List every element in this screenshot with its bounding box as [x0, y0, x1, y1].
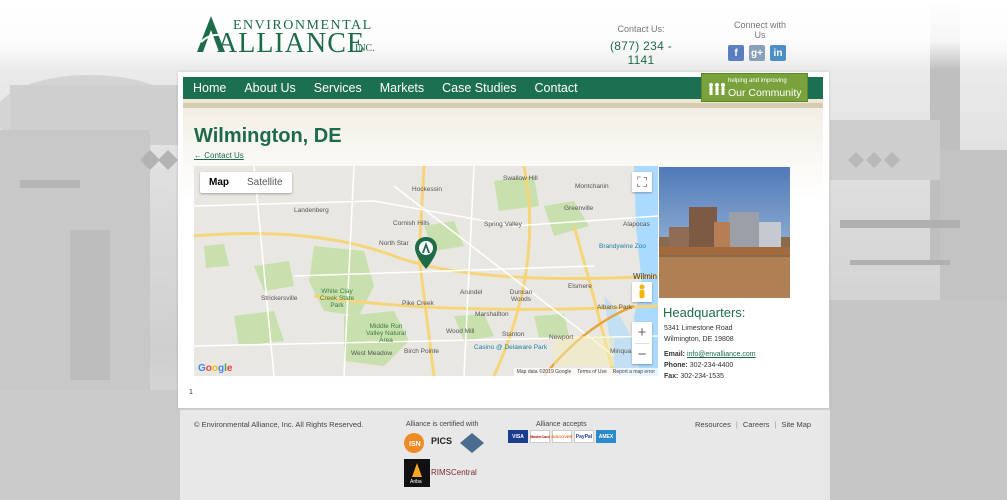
google-logo: Google [198, 363, 233, 374]
header-contact: Contact Us: (877) 234 - 1141 [600, 24, 682, 67]
nav-case-studies[interactable]: Case Studies [433, 77, 525, 99]
google-map[interactable]: Hockessin Swallow Hill Montchanin Landen… [194, 166, 658, 376]
map-place-label: Birch Pointe [404, 348, 440, 355]
phone-label: Phone: [664, 362, 688, 369]
mastercard-card-icon: MasterCard [530, 430, 550, 443]
community-big-text: Our Community [728, 87, 802, 99]
nav-contact[interactable]: Contact [526, 77, 587, 99]
map-tab-map[interactable]: Map [200, 172, 238, 193]
cert-logo-pics: PICS [431, 436, 452, 446]
amex-card-icon: AMEX [596, 430, 616, 443]
map-place-label: White Clay Creek State Park [319, 288, 355, 309]
people-icon [709, 83, 725, 95]
community-small-text: helping and improving [728, 78, 787, 84]
map-place-label: Montchanin [575, 183, 609, 190]
phone-value: 302-234-4400 [689, 362, 734, 369]
map-place-label: Landenberg [294, 207, 329, 214]
map-type-tabs: Map Satellite [200, 172, 292, 193]
google-plus-icon[interactable]: g+ [749, 45, 765, 61]
map-place-label: Alapocas [623, 221, 650, 228]
zoom-out-button[interactable]: − [632, 344, 652, 365]
linkedin-icon[interactable]: in [770, 45, 786, 61]
community-button[interactable]: helping and improving Our Community [701, 73, 808, 102]
nav-services[interactable]: Services [305, 77, 371, 99]
footer-link-resources[interactable]: Resources [695, 420, 731, 429]
fullscreen-icon[interactable]: ⛶ [632, 172, 652, 192]
social-links: Connect with Us f g+ in [728, 20, 792, 61]
footer-link-site-map[interactable]: Site Map [781, 420, 811, 429]
contact-label: Contact Us: [617, 24, 665, 34]
email-label: Email: [664, 351, 686, 358]
footer-link-careers[interactable]: Careers [743, 420, 770, 429]
diamond-logo-icon [460, 433, 484, 453]
page-number: 1 [189, 389, 193, 396]
back-to-contact-link[interactable]: ← Contact Us [194, 151, 244, 160]
map-place-label: North Star [379, 240, 409, 247]
map-zoom-control: + − [632, 322, 652, 364]
cert-logo-ariba: Ariba [410, 479, 422, 485]
map-place-label: Stanton [502, 331, 525, 338]
headquarters-title: Headquarters: [663, 305, 746, 320]
map-place-label: Wilmin [633, 272, 657, 281]
paypal-card-icon: PayPal [574, 430, 594, 443]
map-place-label: Arundel [460, 289, 483, 296]
map-place-label: Duncan Woods [509, 289, 533, 303]
fax-value: 302-234-1535 [680, 373, 724, 380]
map-tab-satellite[interactable]: Satellite [238, 172, 292, 193]
page-title: Wilmington, DE [194, 125, 342, 147]
map-place-label: Spring Valley [484, 221, 522, 228]
copyright: © Environmental Alliance, Inc. All Right… [194, 420, 364, 429]
header-fade [0, 0, 1007, 70]
headquarters-contact: Email: info@envalliance.com Phone: 302-2… [664, 349, 756, 382]
accepts-label: Alliance accepts [536, 421, 587, 428]
payment-cards: VISA MasterCard DISCOVER PayPal AMEX [508, 430, 616, 443]
contact-phone[interactable]: (877) 234 - 1141 [600, 39, 682, 67]
map-data-text: Map data ©2019 Google [516, 369, 572, 375]
map-place-label: Pike Creek [402, 300, 434, 307]
email-link[interactable]: info@envalliance.com [687, 351, 756, 358]
map-place-label: Wood Mill [446, 328, 475, 335]
map-terms-link[interactable]: Terms of Use [577, 369, 606, 375]
map-place-label: Middle Run Valley Natural Area [366, 323, 406, 344]
nav-home[interactable]: Home [183, 77, 235, 99]
map-place-label: Casino @ Delaware Park [474, 344, 548, 351]
map-place-label: Elsmere [568, 283, 592, 290]
map-place-label: Newport [549, 334, 574, 341]
discover-card-icon: DISCOVER [552, 430, 572, 443]
map-place-label: Greenville [564, 205, 594, 212]
map-footer: Map data ©2019 Google Terms of Use Repor… [513, 368, 658, 376]
visa-card-icon: VISA [508, 430, 528, 443]
footer-links: Resources | Careers | Site Map [695, 420, 812, 429]
map-place-label: Hockessin [412, 186, 442, 193]
map-place-label: Albans Park [597, 304, 633, 311]
cert-logo-rimscentral: RIMSCentral [431, 468, 477, 477]
nav-about-us[interactable]: About Us [235, 77, 304, 99]
map-place-label: Minqua [610, 348, 632, 355]
map-place-label: Cornish Hills [393, 220, 430, 227]
headquarters-photo [659, 167, 790, 298]
social-label: Connect with Us [733, 20, 787, 40]
headquarters-address: 5341 Limestone Road Wilmington, DE 19808 [664, 323, 734, 345]
map-canvas[interactable] [194, 166, 658, 376]
company-logo[interactable]: ENVIRONMENTAL ALLIANCE INC. [195, 14, 390, 59]
address-line-1: 5341 Limestone Road [664, 325, 733, 332]
certification-logos: ISN PICS Ariba RIMSCentral [404, 431, 488, 494]
map-place-label: Swallow Hill [503, 175, 538, 182]
location-pin-icon[interactable] [414, 236, 438, 270]
facebook-icon[interactable]: f [728, 45, 744, 61]
map-place-label: Marshallton [475, 311, 509, 318]
fax-label: Fax: [664, 373, 679, 380]
zoom-in-button[interactable]: + [632, 322, 652, 343]
logo-main-text: ALLIANCE [217, 28, 365, 59]
map-report-link[interactable]: Report a map error [613, 369, 655, 375]
map-place-label: West Meadow [351, 350, 393, 357]
map-place-label: Strickersville [261, 295, 298, 302]
cert-logo-isn: ISN [409, 441, 421, 448]
street-view-pegman-icon[interactable] [632, 282, 652, 302]
address-line-2: Wilmington, DE 19808 [664, 336, 734, 343]
certified-label: Alliance is certified with [406, 421, 479, 428]
logo-inc-text: INC. [355, 43, 375, 54]
nav-markets[interactable]: Markets [371, 77, 433, 99]
map-place-label: Brandywine Zoo [599, 243, 646, 250]
